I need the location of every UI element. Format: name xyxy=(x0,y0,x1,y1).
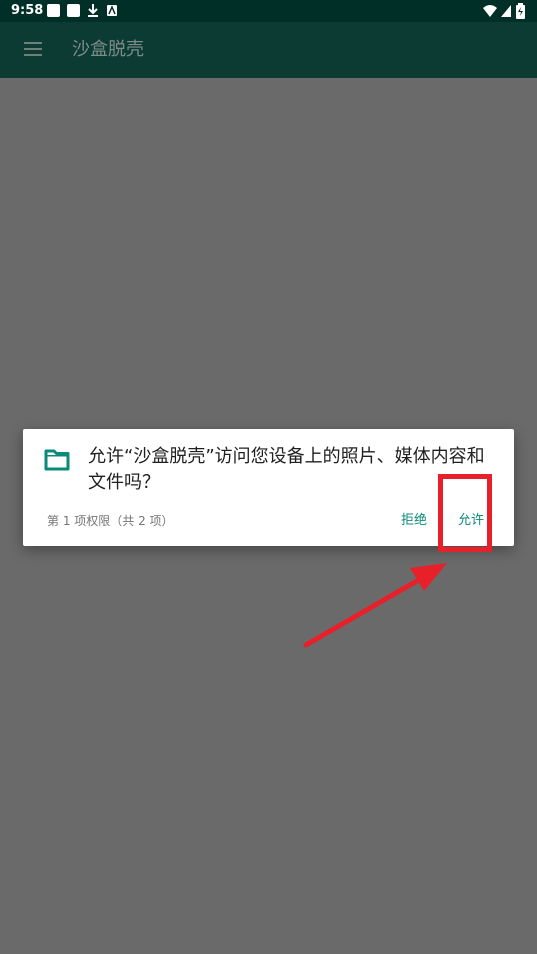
notification-icon xyxy=(67,4,80,17)
battery-icon xyxy=(516,3,525,19)
highlight-box xyxy=(438,474,492,552)
signal-icon xyxy=(501,5,511,17)
app-notification-icon xyxy=(107,5,117,16)
download-icon xyxy=(88,4,98,17)
status-bar: 9:58 xyxy=(0,0,537,22)
app-title: 沙盒脱壳 xyxy=(72,39,144,60)
wifi-icon xyxy=(483,5,497,17)
permission-counter: 第 1 项权限（共 2 项） xyxy=(47,514,174,528)
notification-icon xyxy=(47,4,60,17)
menu-icon[interactable] xyxy=(24,42,42,56)
status-time: 9:58 xyxy=(11,3,44,18)
app-bar: 沙盒脱壳 xyxy=(0,22,537,78)
deny-button[interactable]: 拒绝 xyxy=(401,512,427,530)
folder-icon xyxy=(44,449,70,471)
